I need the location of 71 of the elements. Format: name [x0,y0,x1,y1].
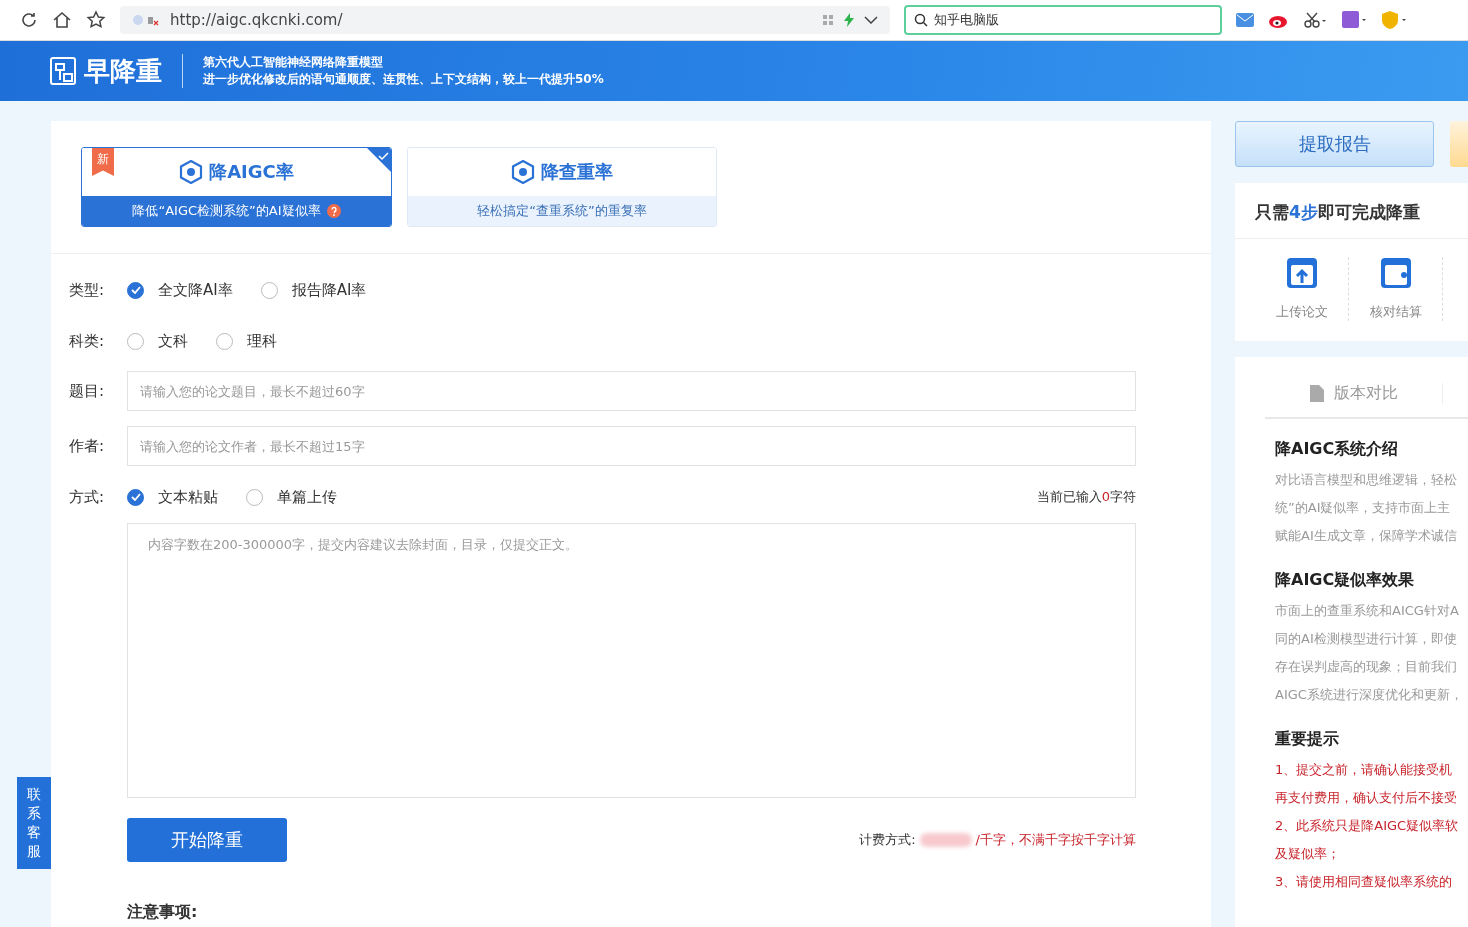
mode-tab[interactable]: 新 降AIGC率 降低“AIGC检测系统”的AI疑似率 [81,147,392,227]
new-badge: 新 [92,148,114,176]
section-title: 重要提示 [1275,729,1340,750]
section-text: 对比语言模型和思维逻辑，轻松 [1275,471,1458,489]
field-label: 科类: [69,331,106,351]
search-icon [914,13,928,27]
section-text: 同的AI检测模型进行计算，即使 [1275,630,1458,648]
field-label: 题目: [69,381,106,401]
hexagon-icon [179,160,204,184]
contact-tab[interactable]: 联系客服 [17,777,51,869]
banner-headline: 第六代人工智能神经网络降重模型 [203,54,384,71]
check-icon [130,286,141,294]
radio-option[interactable]: 理科 [216,331,277,351]
mode-subtitle: 降低“AIGC检测系统”的AI疑似率 [132,202,321,220]
field-label: 作者: [69,436,106,456]
scissors-icon[interactable] [1304,12,1328,28]
banner-subline: 进一步优化修改后的语句通顺度、连贯性、上下文结构，较上一代提升50% [203,71,604,88]
upload-icon [1285,257,1318,289]
step-label: 上传论文 [1275,303,1328,321]
field-label: 方式: [69,487,106,507]
content-textarea[interactable]: 内容字数在200-300000字，提交内容建议去除封面，目录，仅提交正文。 [127,523,1136,798]
lightning-icon[interactable] [844,13,854,27]
radio-option[interactable]: 文本粘贴 [127,487,218,507]
title-input[interactable]: 请输入您的论文题目，最长不超过60字 [127,371,1136,411]
radio-option[interactable]: 文科 [127,331,188,351]
section-text: 及疑似率； [1275,845,1341,863]
section-text: 存在误判虚高的现象；目前我们 [1275,658,1458,676]
check-icon [130,493,141,501]
mode-title: 降查重率 [541,160,613,184]
search-field[interactable]: 知乎电脑版 [904,5,1222,35]
section-text: 再支付费用，确认支付后不接受 [1275,789,1458,807]
mode-subtitle: 轻松搞定“查重系统”的重复率 [477,202,647,220]
document-icon [1309,384,1324,402]
radio-option[interactable]: 单篇上传 [246,487,337,507]
field-label: 类型: [69,280,106,300]
section-text: 3、请使用相同查疑似率系统的 [1275,873,1454,891]
pricing-text: /千字，不满千字按千字计算 [975,831,1136,849]
help-icon[interactable] [326,204,341,218]
url-text: http://aigc.qkcnki.com/ [170,11,343,29]
address-bar[interactable]: http://aigc.qkcnki.com/ [120,6,890,34]
logo-text: 早降重 [84,54,162,88]
hexagon-icon [511,160,535,184]
section-text: 统”的AI疑似率，支持市面上主 [1275,499,1452,517]
radio-option[interactable]: 报告降AI率 [260,280,367,300]
section-text: 2、此系统只是降AIGC疑似率软 [1275,817,1460,835]
insecure-icon [132,14,160,26]
steps-title: 只需4步即可完成降重 [1235,183,1468,239]
section-title: 降AIGC疑似率效果 [1275,570,1416,591]
section-title: 降AIGC系统介绍 [1275,439,1400,460]
notes-heading: 注意事项: [127,902,199,923]
home-icon[interactable] [52,11,72,29]
section-text: AIGC系统进行深度优化和更新， [1275,686,1464,704]
chevron-down-icon[interactable] [864,16,878,24]
radio-option[interactable]: 全文降AI率 [127,280,233,300]
section-text: 市面上的查重系统和AICG针对A [1275,602,1460,620]
wallet-icon [1379,257,1412,289]
logo-icon [50,57,76,85]
start-button[interactable]: 开始降重 [127,818,287,862]
star-icon[interactable] [86,10,106,30]
mail-icon[interactable] [1236,13,1254,27]
char-counter: 当前已输入0字符 [1036,488,1136,506]
mode-tab[interactable]: 降查重率 轻松搞定“查重系统”的重复率 [407,147,717,227]
section-text: 赋能AI生成文章，保障学术诚信 [1275,527,1458,545]
report-button[interactable]: 提取报告 [1235,121,1434,167]
pricing-label: 计费方式: [859,831,916,849]
section-text: 1、提交之前，请确认能接受机 [1275,761,1454,779]
mode-title: 降AIGC率 [209,160,294,184]
author-input[interactable]: 请输入您的论文作者，最长不超过15字 [127,426,1136,466]
redaction-blur [919,833,972,847]
step-label: 核对结算 [1369,303,1422,321]
reload-icon[interactable] [20,11,38,29]
